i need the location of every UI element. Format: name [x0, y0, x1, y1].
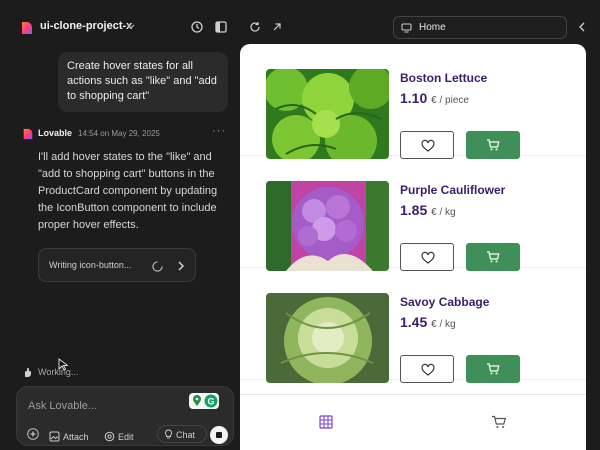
app-preview: Boston Lettuce 1.10 € / piece Purple Cau… — [240, 44, 586, 450]
product-image — [266, 293, 389, 383]
lovable-logo — [22, 22, 32, 34]
monitor-icon — [401, 23, 412, 33]
preview-route-label: Home — [419, 22, 446, 33]
attach-button[interactable]: Attach — [49, 427, 89, 442]
heart-icon — [421, 139, 435, 152]
target-icon — [104, 431, 115, 442]
assistant-header: Lovable 14:54 on May 29, 2025 ··· — [20, 125, 235, 141]
product-card: Boston Lettuce 1.10 € / piece — [240, 44, 586, 159]
add-to-cart-button[interactable] — [466, 131, 520, 159]
grid-icon[interactable] — [319, 415, 333, 429]
stop-button[interactable] — [210, 426, 228, 444]
like-button[interactable] — [400, 355, 454, 383]
product-name: Savoy Cabbage — [400, 295, 490, 309]
plus-icon[interactable] — [27, 428, 39, 440]
chat-mode-button[interactable]: Chat — [157, 425, 207, 443]
image-icon — [49, 431, 60, 442]
like-button[interactable] — [400, 243, 454, 271]
price-unit: € / kg — [431, 207, 456, 218]
chat-input[interactable]: Ask Lovable... — [28, 400, 97, 412]
chevron-down-icon[interactable] — [126, 20, 136, 34]
project-name[interactable]: ui-clone-project-x — [40, 20, 132, 32]
tool-status-label: Writing icon-button... — [49, 260, 132, 270]
bottom-navigation — [240, 394, 586, 450]
price-value: 1.45 — [400, 314, 428, 330]
lightbulb-icon — [164, 429, 173, 439]
grammarly-widget[interactable]: G — [189, 393, 219, 409]
loading-spinner-icon — [152, 261, 163, 272]
more-options-icon[interactable]: ··· — [212, 125, 226, 137]
chat-header: ui-clone-project-x — [0, 0, 240, 56]
cart-icon — [487, 139, 500, 151]
working-status: Working... — [38, 367, 79, 377]
grammarly-icon: G — [204, 394, 218, 408]
refresh-icon[interactable] — [249, 21, 261, 33]
product-card: Savoy Cabbage 1.45 € / kg — [240, 268, 586, 383]
add-to-cart-button[interactable] — [466, 355, 520, 383]
price-unit: € / piece — [431, 95, 469, 106]
chat-mode-label: Chat — [176, 430, 196, 440]
stop-icon — [216, 432, 222, 438]
product-card: Purple Cauliflower 1.85 € / kg — [240, 156, 586, 271]
tool-status-pill[interactable]: Writing icon-button... — [38, 248, 196, 282]
product-name: Purple Cauliflower — [400, 183, 506, 197]
heart-icon — [421, 363, 435, 376]
edit-label: Edit — [118, 432, 134, 442]
svg-text:G: G — [207, 397, 214, 407]
history-icon[interactable] — [190, 20, 204, 34]
edit-button[interactable]: Edit — [104, 427, 134, 442]
price-unit: € / kg — [431, 319, 456, 330]
working-hand-icon — [25, 368, 31, 377]
product-image — [266, 69, 389, 159]
chevron-left-icon[interactable] — [578, 21, 586, 33]
price-value: 1.85 — [400, 202, 428, 218]
preview-edge — [586, 44, 600, 450]
user-message: Create hover states for all actions such… — [58, 52, 228, 112]
open-external-icon[interactable] — [271, 21, 283, 33]
product-price: 1.85 € / kg — [400, 202, 456, 218]
sidebar-toggle-icon[interactable] — [214, 20, 228, 34]
assistant-name: Lovable — [38, 128, 73, 138]
attach-label: Attach — [63, 432, 89, 442]
cart-nav-icon[interactable] — [491, 415, 507, 429]
chat-composer[interactable]: Ask Lovable... G Attach Edit Chat — [16, 386, 234, 446]
price-value: 1.10 — [400, 90, 428, 106]
cart-icon — [487, 363, 500, 375]
assistant-message: I'll add hover states to the "like" and … — [38, 151, 218, 231]
like-button[interactable] — [400, 131, 454, 159]
product-image — [266, 181, 389, 271]
message-timestamp: 14:54 on May 29, 2025 — [78, 129, 160, 138]
chat-panel: ui-clone-project-x Create hover states f… — [0, 0, 240, 450]
add-to-cart-button[interactable] — [466, 243, 520, 271]
cart-icon — [487, 251, 500, 263]
heart-icon — [421, 251, 435, 264]
chevron-right-icon — [178, 261, 184, 271]
location-pin-icon — [193, 395, 201, 406]
product-price: 1.45 € / kg — [400, 314, 456, 330]
lovable-avatar-icon — [23, 128, 33, 140]
preview-url-bar[interactable]: Home — [393, 16, 567, 39]
product-name: Boston Lettuce — [400, 71, 488, 85]
product-price: 1.10 € / piece — [400, 90, 469, 106]
